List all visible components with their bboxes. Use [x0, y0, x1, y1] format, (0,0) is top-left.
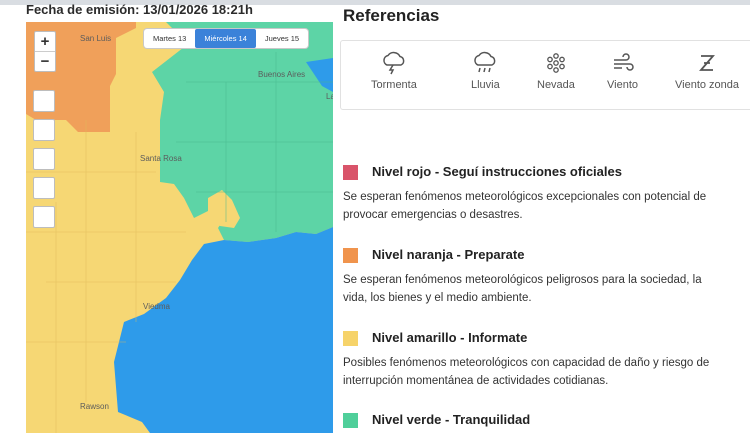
- viento-zonda-label: Viento zonda: [675, 79, 740, 91]
- viento-zonda-icon: [699, 55, 715, 71]
- tormenta-label: Tormenta: [371, 79, 417, 91]
- lluvia-label: Lluvia: [471, 79, 500, 91]
- level-red-swatch: [343, 165, 358, 180]
- level-red-desc: Se esperan fenómenos meteorológicos exce…: [343, 188, 743, 224]
- viento-zonda-item: Viento zonda: [675, 51, 739, 91]
- nevada-icon: [547, 53, 565, 73]
- level-red-desc-line: Se esperan fenómenos meteorológicos exce…: [343, 191, 707, 203]
- map-canvas: [26, 22, 333, 433]
- tormenta-item: Tormenta: [371, 51, 417, 91]
- tormenta-icon: [383, 51, 405, 75]
- day-tab-miercoles[interactable]: Miércoles 14: [195, 29, 256, 48]
- level-yellow-desc-line: interrupción momentánea de actividades c…: [343, 375, 609, 387]
- zoom-control: + −: [34, 31, 56, 72]
- level-yellow-desc: Posibles fenómenos meteorológicos con ca…: [343, 354, 743, 390]
- map-label-san-luis: San Luis: [80, 34, 112, 43]
- level-orange-desc: Se esperan fenómenos meteorológicos peli…: [343, 271, 743, 307]
- map-control-button[interactable]: [33, 148, 55, 170]
- phenomena-icons-panel: Tormenta Lluvia Nevada Viento Viento zon…: [340, 40, 750, 110]
- references-title: Referencias: [343, 6, 440, 25]
- zoom-in-button[interactable]: +: [35, 32, 55, 51]
- level-red-desc-line: provocar emergencias o desastres.: [343, 209, 523, 221]
- map-control-button[interactable]: [33, 177, 55, 199]
- zoom-out-button[interactable]: −: [35, 51, 55, 71]
- level-yellow-swatch: [343, 331, 358, 346]
- day-tab-jueves[interactable]: Jueves 15: [256, 29, 308, 48]
- level-yellow-desc-line: Posibles fenómenos meteorológicos con ca…: [343, 357, 710, 369]
- nevada-label: Nevada: [537, 79, 575, 91]
- level-yellow-title: Nivel amarillo - Informate: [372, 330, 528, 345]
- map-label-buenos-aires: Buenos Aires: [258, 70, 306, 79]
- level-red-title: Nivel rojo - Seguí instrucciones oficial…: [372, 164, 622, 179]
- level-orange-desc-line: vida, los bienes y el medio ambiente.: [343, 292, 532, 304]
- viento-icon: [613, 53, 634, 71]
- viento-label: Viento: [607, 79, 638, 91]
- day-selector: Martes 13 Miércoles 14 Jueves 15: [144, 29, 309, 48]
- emission-date: Fecha de emisión: 13/01/2026 18:21h: [26, 2, 253, 17]
- alert-map[interactable]: + − Martes 13 Miércoles 14 Jueves 15 San…: [26, 22, 333, 433]
- level-orange-title: Nivel naranja - Preparate: [372, 247, 525, 262]
- map-control-button[interactable]: [33, 119, 55, 141]
- map-label-santa-rosa: Santa Rosa: [140, 154, 182, 163]
- map-label-la: La: [326, 92, 333, 101]
- map-label-viedma: Viedma: [143, 302, 170, 311]
- viento-item: Viento: [607, 51, 638, 91]
- level-orange-desc-line: Se esperan fenómenos meteorológicos peli…: [343, 274, 702, 286]
- map-label-rawson: Rawson: [80, 402, 109, 411]
- level-green-swatch: [343, 413, 358, 428]
- lluvia-icon: [474, 51, 496, 73]
- level-orange-swatch: [343, 248, 358, 263]
- nevada-item: Nevada: [537, 51, 575, 91]
- map-control-button[interactable]: [33, 206, 55, 228]
- lluvia-item: Lluvia: [471, 51, 500, 91]
- level-green-title: Nivel verde - Tranquilidad: [372, 412, 531, 427]
- map-control-button[interactable]: [33, 90, 55, 112]
- day-tab-martes[interactable]: Martes 13: [144, 29, 195, 48]
